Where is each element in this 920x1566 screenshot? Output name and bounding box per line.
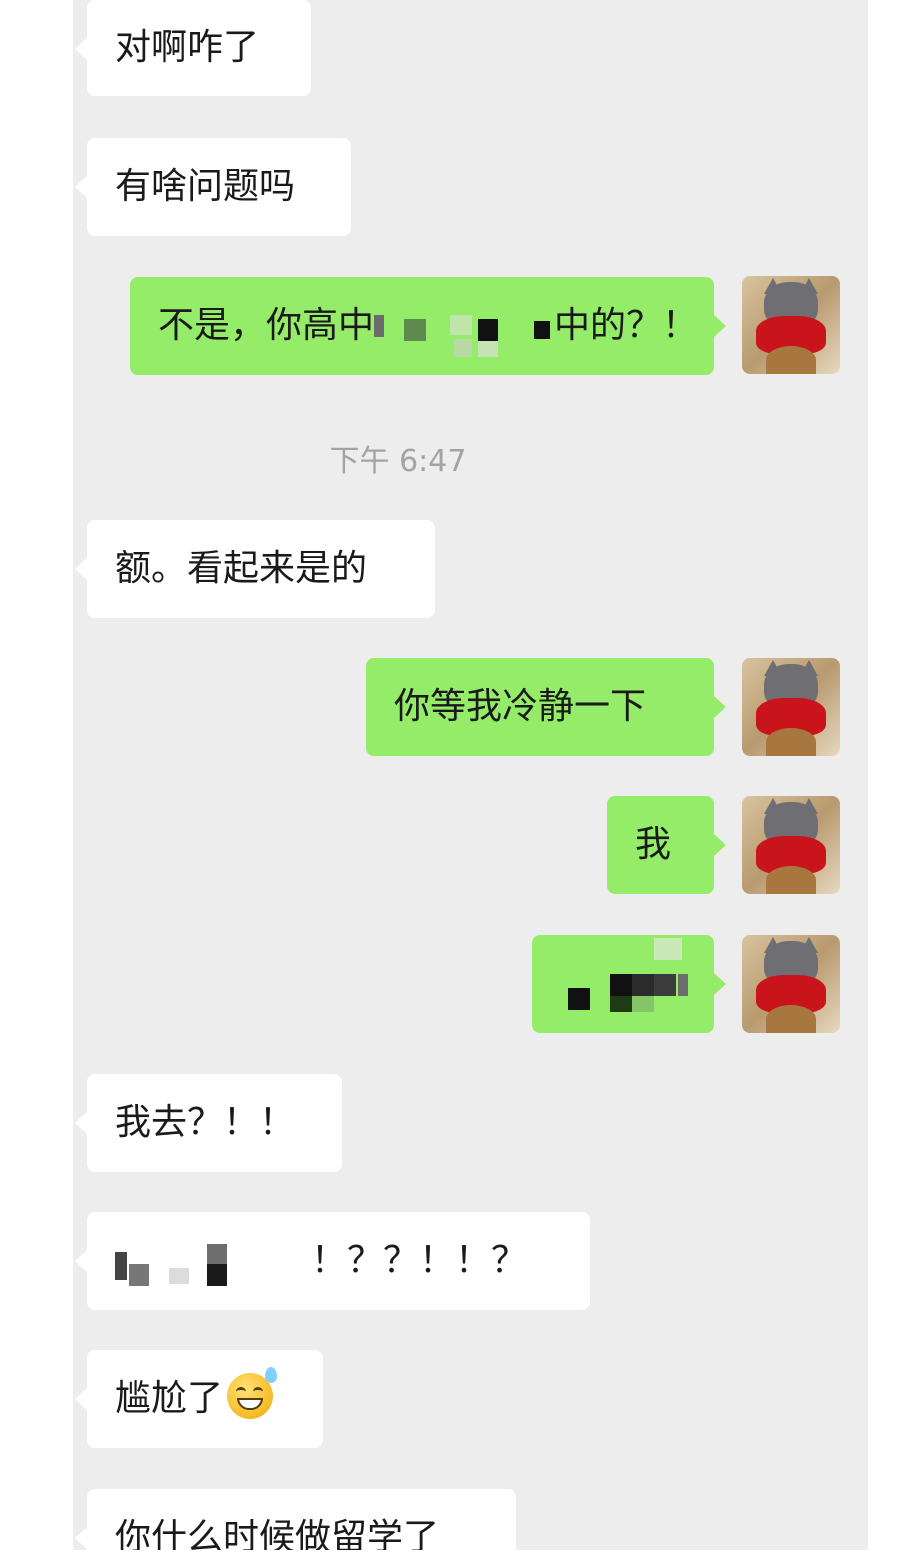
page-margin-bottom — [0, 1550, 920, 1566]
outgoing-message-bubble[interactable]: 不是，你高中 中的？！ — [130, 277, 726, 375]
message-text: 额。看起来是的 — [115, 548, 368, 589]
message-text: 有啥问题吗 — [115, 166, 296, 207]
timestamp: 下午 6:47 — [329, 444, 467, 479]
page-margin-right — [868, 0, 920, 1566]
chat-window[interactable]: 对啊咋了 有啥问题吗 不是，你高中 中的？！ 下午 6:47 额。看起来是的 你… — [73, 0, 868, 1550]
outgoing-message-bubble[interactable]: 我 — [607, 796, 726, 894]
user-avatar[interactable] — [742, 276, 840, 374]
outgoing-message-bubble[interactable]: 你等我冷静一下 — [366, 658, 726, 756]
grinning-sweat-emoji-icon — [227, 1367, 278, 1419]
message-text: 我 — [635, 824, 672, 865]
message-text-end: ！？？！！？ — [311, 1240, 528, 1281]
message-text-start: 不是，你高中 — [158, 305, 375, 346]
message-text: 尴尬了 — [115, 1378, 224, 1419]
user-avatar[interactable] — [742, 658, 840, 756]
redacted-mosaic — [115, 1232, 311, 1292]
message-text: 你等我冷静一下 — [394, 686, 647, 727]
message-text: 你什么时候做留学了 — [115, 1517, 440, 1550]
incoming-message-bubble[interactable]: 对啊咋了 — [75, 0, 311, 96]
outgoing-message-bubble[interactable] — [532, 935, 726, 1034]
incoming-message-bubble[interactable]: 我去？！！ — [75, 1074, 342, 1172]
incoming-message-bubble[interactable]: ！？？！！？ — [75, 1212, 590, 1310]
incoming-message-bubble[interactable]: 你什么时候做留学了 — [75, 1489, 516, 1550]
incoming-message-bubble[interactable]: 额。看起来是的 — [75, 520, 435, 618]
incoming-message-bubble[interactable]: 有啥问题吗 — [75, 138, 351, 236]
user-avatar[interactable] — [742, 796, 840, 894]
message-text: 对啊咋了 — [115, 27, 260, 68]
redacted-mosaic — [374, 297, 554, 357]
message-text-end: 中的？！ — [554, 305, 699, 346]
incoming-message-bubble[interactable]: 尴尬了 — [75, 1350, 323, 1448]
user-avatar[interactable] — [742, 935, 840, 1033]
redacted-mosaic — [560, 936, 690, 1034]
message-text: 我去？！！ — [115, 1102, 296, 1143]
